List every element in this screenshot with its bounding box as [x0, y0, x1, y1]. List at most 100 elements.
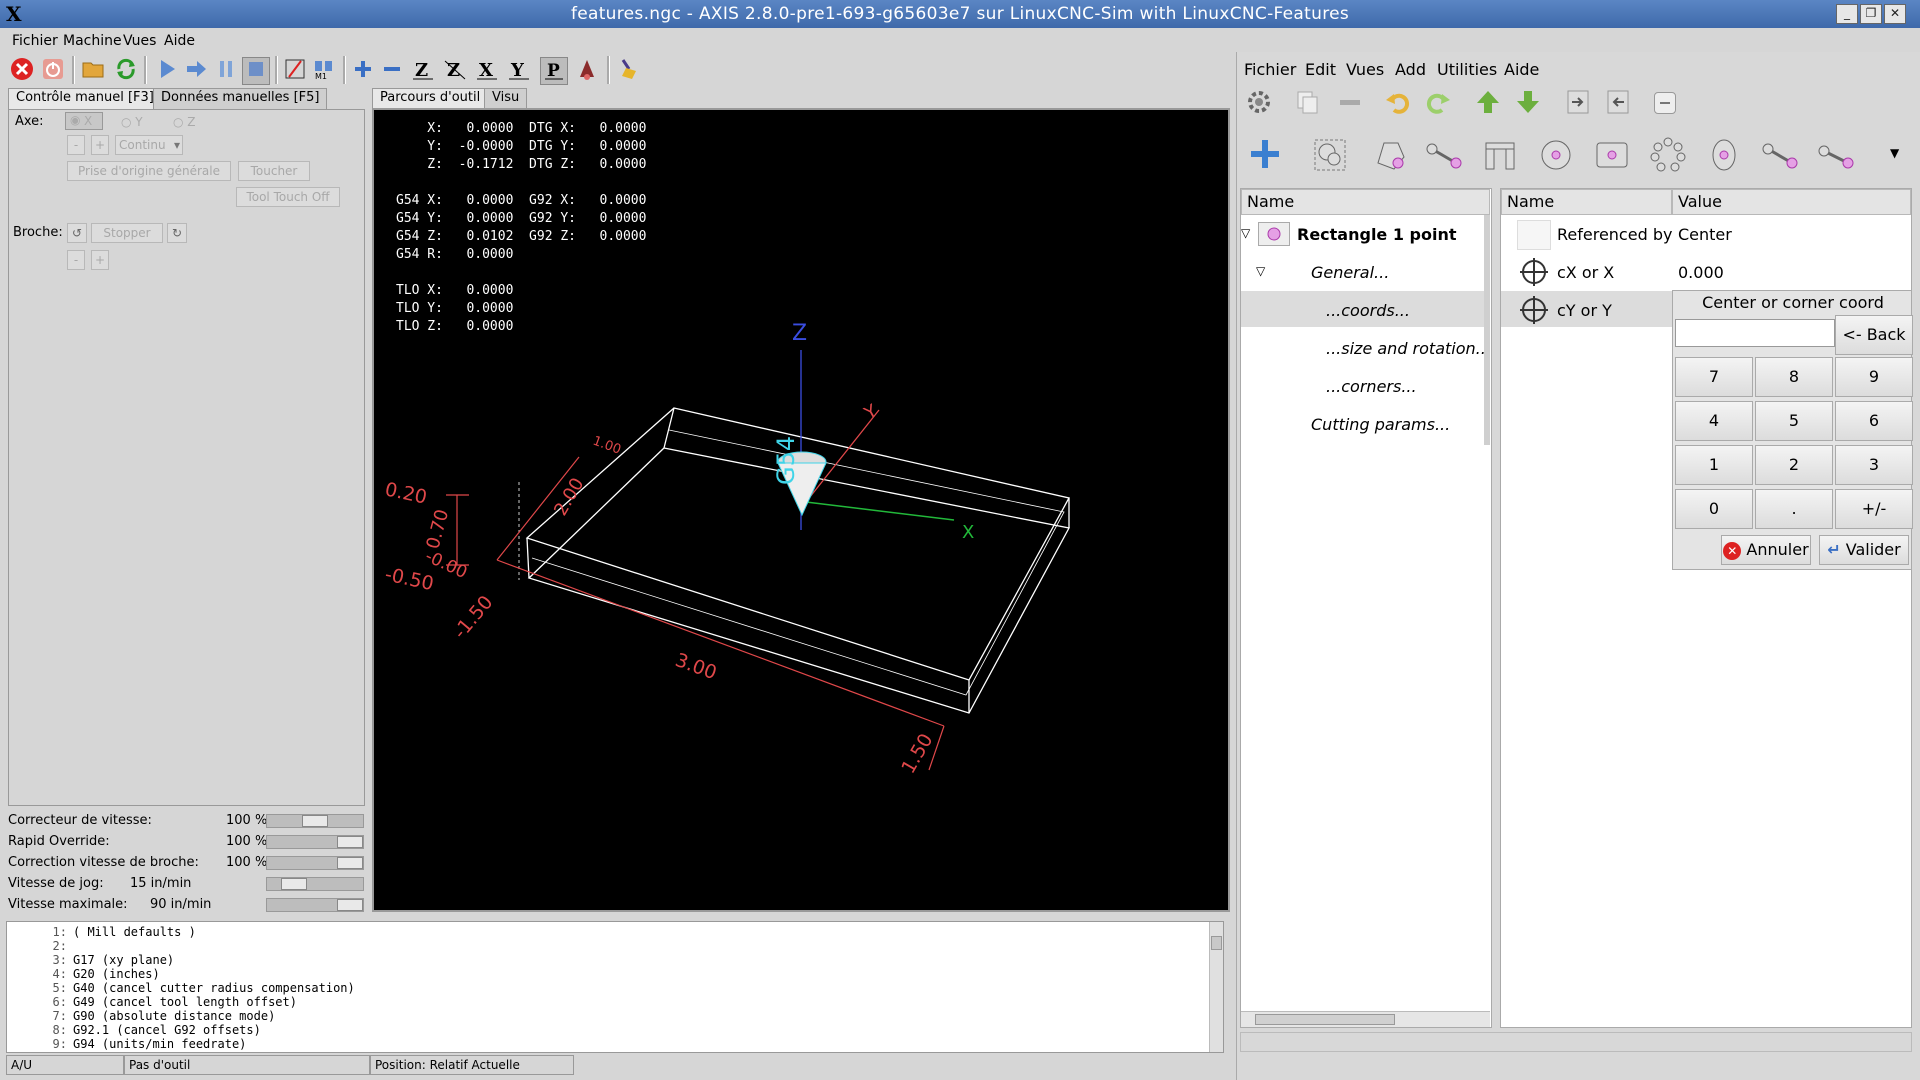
- keypad-key[interactable]: 5: [1755, 401, 1833, 441]
- redo-button[interactable]: [1424, 88, 1452, 116]
- indent-button[interactable]: [1564, 88, 1592, 116]
- tree-item-coords[interactable]: ...coords...: [1326, 301, 1410, 320]
- minimize-button[interactable]: _: [1836, 4, 1858, 24]
- keypad-key[interactable]: 7: [1675, 357, 1753, 397]
- pause-button[interactable]: [213, 57, 239, 83]
- move-down-button[interactable]: [1514, 88, 1542, 116]
- spindle-ccw-button[interactable]: ↺: [67, 223, 87, 243]
- menu-machine[interactable]: Machine: [63, 33, 122, 49]
- feature-polygon-button[interactable]: [1372, 137, 1408, 173]
- feature-rectangle-button[interactable]: [1594, 137, 1630, 173]
- max-velocity-slider[interactable]: [266, 898, 364, 912]
- block-delete-button[interactable]: [282, 57, 308, 83]
- view-p-button[interactable]: P: [540, 57, 568, 85]
- gcode-line[interactable]: 6: G49 (cancel tool length offset): [37, 995, 355, 1009]
- gcode-line[interactable]: 5: G40 (cancel cutter radius compensation…: [37, 981, 355, 995]
- tree-item-size-rotation[interactable]: ...size and rotation...: [1326, 339, 1491, 358]
- spindle-minus-button[interactable]: -: [67, 250, 85, 270]
- keypad-key[interactable]: 6: [1835, 401, 1913, 441]
- rotate-view-button[interactable]: [574, 57, 600, 83]
- open-file-button[interactable]: [81, 57, 107, 83]
- prop-value-referenced[interactable]: Center: [1678, 225, 1732, 244]
- gcode-line[interactable]: 8: G92.1 (cancel G92 offsets): [37, 1023, 355, 1037]
- feature-circle-pattern-button[interactable]: [1650, 137, 1686, 173]
- tool-touch-off-button[interactable]: Tool Touch Off: [236, 187, 340, 207]
- toolpath-preview[interactable]: X: 0.0000 DTG X: 0.0000 Y: -0.0000 DTG Y…: [372, 108, 1230, 912]
- r-menu-vues[interactable]: Vues: [1346, 60, 1384, 79]
- stop-button[interactable]: [242, 57, 270, 85]
- settings-button[interactable]: [1245, 88, 1273, 116]
- keypad-key[interactable]: 1: [1675, 445, 1753, 485]
- move-up-button[interactable]: [1474, 88, 1502, 116]
- tree-item-cutting-params[interactable]: Cutting params...: [1311, 415, 1450, 434]
- gcode-line[interactable]: 2:: [37, 939, 355, 953]
- tree-item-corners[interactable]: ...corners...: [1326, 377, 1417, 396]
- step-button[interactable]: [183, 57, 209, 83]
- keypad-key[interactable]: +/-: [1835, 489, 1913, 529]
- zoom-out-button[interactable]: [379, 57, 405, 83]
- r-menu-utilities[interactable]: Utilities: [1437, 60, 1497, 79]
- axis-radio-x[interactable]: ◉ X: [65, 112, 103, 130]
- menu-fichier[interactable]: Fichier: [12, 33, 58, 49]
- tree-header-name[interactable]: Name: [1241, 189, 1490, 215]
- touch-off-button[interactable]: Toucher: [238, 161, 310, 181]
- spindle-plus-button[interactable]: +: [91, 250, 109, 270]
- prop-value-cx[interactable]: 0.000: [1678, 263, 1724, 282]
- undo-button[interactable]: [1384, 88, 1412, 116]
- tab-donnees-manuelles[interactable]: Données manuelles [F5]: [153, 88, 328, 111]
- gcode-line[interactable]: 7: G90 (absolute distance mode): [37, 1009, 355, 1023]
- expand-arrow-icon[interactable]: ▽: [1241, 226, 1250, 240]
- keypad-key[interactable]: 4: [1675, 401, 1753, 441]
- r-menu-edit[interactable]: Edit: [1305, 60, 1336, 79]
- zoom-in-button[interactable]: [350, 57, 376, 83]
- keypad-input[interactable]: [1675, 319, 1835, 347]
- jog-increment-select[interactable]: Continu ▾: [115, 135, 183, 155]
- remove-button[interactable]: [1336, 88, 1364, 116]
- unindent-button[interactable]: [1604, 88, 1632, 116]
- feature-slot2-button[interactable]: [1818, 137, 1854, 173]
- view-y-button[interactable]: Y: [506, 57, 532, 83]
- jog-plus-button[interactable]: +: [91, 135, 109, 155]
- keypad-cancel-button[interactable]: ✕ Annuler: [1721, 535, 1811, 565]
- rapid-override-slider[interactable]: [266, 835, 364, 849]
- clear-backplot-button[interactable]: [616, 57, 642, 83]
- feature-clamp-button[interactable]: [1482, 137, 1518, 173]
- view-z2-button[interactable]: Z: [442, 57, 468, 83]
- spindle-stop-button[interactable]: Stopper: [91, 223, 163, 243]
- keypad-ok-button[interactable]: ↵ Valider: [1819, 535, 1909, 565]
- tree-root-item[interactable]: Rectangle 1 point: [1297, 225, 1457, 244]
- collapse-button[interactable]: [1654, 92, 1676, 114]
- r-menu-add[interactable]: Add: [1395, 60, 1426, 79]
- jog-minus-button[interactable]: -: [67, 135, 85, 155]
- optional-stop-button[interactable]: M1: [311, 57, 337, 83]
- props-header-value[interactable]: Value: [1672, 189, 1911, 215]
- menu-aide[interactable]: Aide: [164, 33, 195, 49]
- add-feature-button[interactable]: [1248, 137, 1282, 171]
- keypad-key[interactable]: 9: [1835, 357, 1913, 397]
- feature-group-button[interactable]: [1312, 137, 1348, 173]
- r-menu-aide[interactable]: Aide: [1504, 60, 1539, 79]
- axis-radio-y[interactable]: ○ Y: [121, 112, 151, 130]
- keypad-key[interactable]: 2: [1755, 445, 1833, 485]
- gcode-scrollbar[interactable]: [1209, 922, 1223, 1052]
- duplicate-button[interactable]: [1294, 88, 1322, 116]
- feed-override-slider[interactable]: [266, 814, 364, 828]
- run-button[interactable]: [154, 57, 180, 83]
- home-all-button[interactable]: Prise d'origine générale: [67, 161, 231, 181]
- view-x-button[interactable]: X: [474, 57, 500, 83]
- jog-speed-slider[interactable]: [266, 877, 364, 891]
- feature-line-button[interactable]: [1426, 137, 1462, 173]
- r-menu-fichier[interactable]: Fichier: [1244, 60, 1296, 79]
- toolbar-overflow-chevron-icon[interactable]: ▼: [1890, 146, 1906, 162]
- keypad-back-button[interactable]: <- Back: [1835, 315, 1913, 355]
- keypad-key[interactable]: .: [1755, 489, 1833, 529]
- gcode-line[interactable]: 3: G17 (xy plane): [37, 953, 355, 967]
- keypad-key[interactable]: 8: [1755, 357, 1833, 397]
- expand-general-icon[interactable]: ▽: [1256, 264, 1265, 278]
- estop-button[interactable]: [9, 57, 35, 83]
- feature-oval-button[interactable]: [1706, 137, 1742, 173]
- keypad-key[interactable]: 0: [1675, 489, 1753, 529]
- tree-hscrollbar[interactable]: [1241, 1011, 1490, 1027]
- menu-vues[interactable]: Vues: [123, 33, 156, 49]
- props-header-name[interactable]: Name: [1501, 189, 1672, 215]
